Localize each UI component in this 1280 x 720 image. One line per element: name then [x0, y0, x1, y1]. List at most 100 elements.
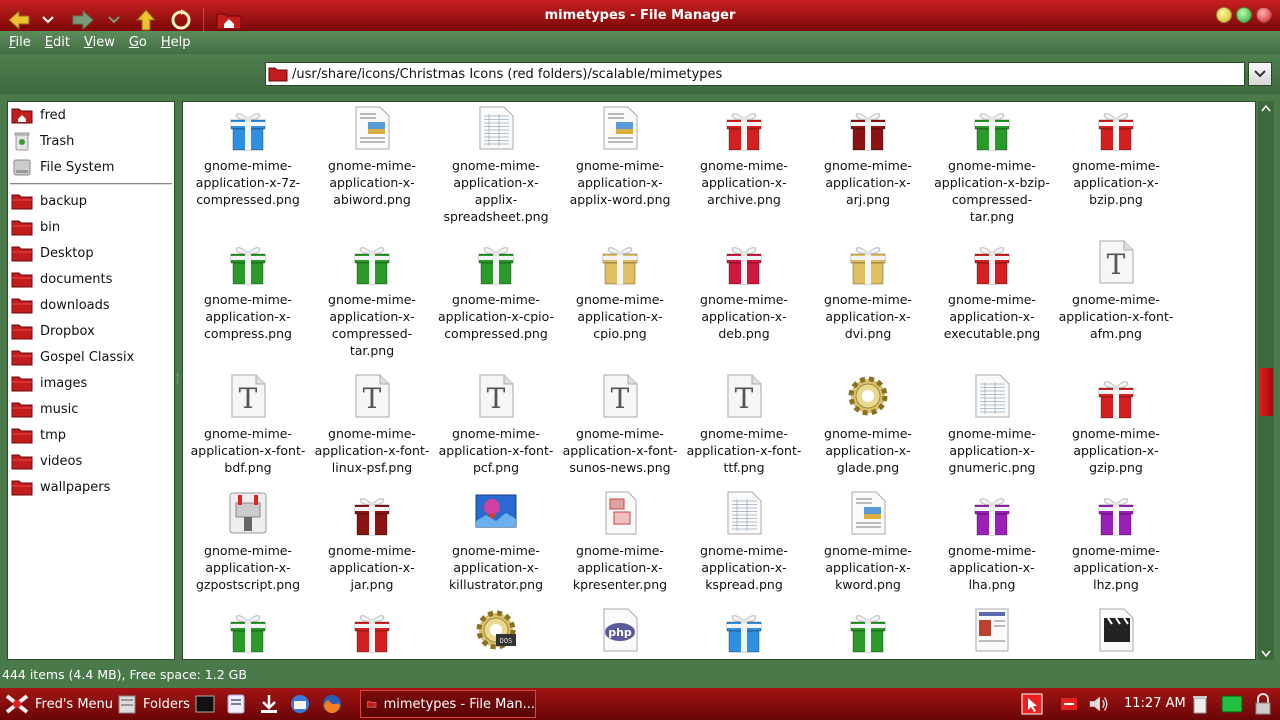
location-bar[interactable]: /usr/share/icons/Christmas Icons (red fo…	[265, 62, 1245, 86]
file-name-line: application-x-font-	[438, 443, 554, 458]
clock[interactable]: 11:27 AM	[1124, 692, 1186, 716]
file-item[interactable]: gnome-mime-application-x-bzip.png	[1054, 104, 1178, 208]
forward-button[interactable]	[70, 8, 96, 32]
file-item[interactable]: gnome-mime-application-x-archive.png	[682, 104, 806, 208]
file-name-line: compressed.png	[444, 326, 548, 341]
sidebar-item-trash[interactable]: Trash	[8, 128, 174, 154]
tray-cursor[interactable]	[1021, 692, 1043, 716]
scroll-up-button[interactable]	[1258, 101, 1274, 115]
file-item[interactable]: gnome-mime-application-x-kpresenter.png	[558, 489, 682, 593]
file-item[interactable]: gnome-mime-application-x-lhz.png	[1054, 489, 1178, 593]
spreadsheet-file-icon	[975, 374, 1010, 418]
file-item[interactable]: Tgnome-mime-application-x-font-ttf.png	[682, 372, 806, 476]
firefox-launcher[interactable]	[320, 692, 344, 716]
gift-package-icon	[602, 247, 638, 285]
gift-package-icon	[1098, 113, 1134, 151]
file-item[interactable]: gnome-mime-application-x-gzpostscript.pn…	[186, 489, 310, 593]
tray-trash[interactable]	[1189, 692, 1211, 716]
file-item[interactable]: gnome-mime-application-x-compressed-tar.…	[310, 238, 434, 359]
reload-button[interactable]	[168, 8, 194, 32]
file-item[interactable]: gnome-mime-application-x-lha.png	[930, 489, 1054, 593]
file-item[interactable]: gnome-mime-application-x-kword.png	[806, 489, 930, 593]
file-item[interactable]: gnome-mime-application-x-applix-spreadsh…	[434, 104, 558, 225]
tray-lock[interactable]	[1252, 692, 1274, 716]
file-item[interactable]: DOS	[434, 606, 558, 659]
tray-minus[interactable]	[1058, 692, 1080, 716]
file-item[interactable]: gnome-mime-application-x-bzip-compressed…	[930, 104, 1054, 225]
sidebar-item-backup[interactable]: backup	[8, 188, 174, 214]
file-item[interactable]	[806, 606, 930, 659]
menu-view[interactable]: View	[77, 31, 122, 54]
file-item[interactable]: Tgnome-mime-application-x-font-sunos-new…	[558, 372, 682, 476]
file-item[interactable]: gnome-mime-application-x-arj.png	[806, 104, 930, 208]
gift-package-icon	[974, 247, 1010, 285]
terminal-launcher[interactable]	[193, 692, 217, 716]
sidebar-item-gospel-classix[interactable]: Gospel Classix	[8, 344, 174, 370]
vertical-scrollbar[interactable]	[1258, 101, 1274, 660]
file-icon-view[interactable]: gnome-mime-application-x-7z-compressed.p…	[182, 101, 1256, 660]
file-item[interactable]: gnome-mime-application-x-killustrator.pn…	[434, 489, 558, 593]
file-item[interactable]: php	[558, 606, 682, 659]
sidebar-item-images[interactable]: images	[8, 370, 174, 396]
file-item[interactable]: Tgnome-mime-application-x-font-pcf.png	[434, 372, 558, 476]
sidebar-item-downloads[interactable]: downloads	[8, 292, 174, 318]
sidebar-item-tmp[interactable]: tmp	[8, 422, 174, 448]
up-button[interactable]	[133, 8, 159, 32]
scrollbar-thumb[interactable]	[1259, 368, 1273, 416]
file-item[interactable]	[1054, 606, 1178, 659]
file-item[interactable]: gnome-mime-application-x-dvi.png	[806, 238, 930, 342]
file-item[interactable]: gnome-mime-application-x-applix-word.png	[558, 104, 682, 208]
file-item[interactable]: Tgnome-mime-application-x-font-linux-psf…	[310, 372, 434, 476]
file-item[interactable]	[310, 606, 434, 659]
taskbar-window-file-manager[interactable]: mimetypes - File Man...	[360, 690, 536, 718]
scroll-down-button[interactable]	[1258, 646, 1274, 660]
sidebar-item-fred[interactable]: fred	[8, 102, 174, 128]
file-item[interactable]: gnome-mime-application-x-compress.png	[186, 238, 310, 342]
file-item[interactable]: gnome-mime-application-x-cpio-compressed…	[434, 238, 558, 342]
sidebar-item-videos[interactable]: videos	[8, 448, 174, 474]
sidebar-item-bin[interactable]: bin	[8, 214, 174, 240]
sidebar-item-dropbox[interactable]: Dropbox	[8, 318, 174, 344]
home-button[interactable]	[216, 8, 242, 32]
sidebar-item-documents[interactable]: documents	[8, 266, 174, 292]
file-manager-launcher[interactable]	[224, 692, 248, 716]
file-item[interactable]: Tgnome-mime-application-x-font-afm.png	[1054, 238, 1178, 342]
file-item[interactable]	[930, 606, 1054, 659]
back-history-dropdown[interactable]	[38, 8, 58, 32]
file-item[interactable]	[682, 606, 806, 659]
file-item[interactable]: gnome-mime-application-x-gzip.png	[1054, 372, 1178, 476]
file-item[interactable]: gnome-mime-application-x-deb.png	[682, 238, 806, 342]
file-item[interactable]: gnome-mime-application-x-jar.png	[310, 489, 434, 593]
sidebar-item-wallpapers[interactable]: wallpapers	[8, 474, 174, 500]
file-item[interactable]: gnome-mime-application-x-glade.png	[806, 372, 930, 476]
sidebar-item-file-system[interactable]: File System	[8, 154, 174, 180]
back-button[interactable]	[6, 8, 32, 32]
maximize-button[interactable]	[1236, 7, 1252, 23]
menu-go[interactable]: Go	[122, 31, 154, 54]
location-dropdown-button[interactable]	[1248, 62, 1272, 86]
download-launcher[interactable]	[257, 692, 281, 716]
file-item[interactable]	[186, 606, 310, 659]
forward-history-dropdown[interactable]	[104, 8, 124, 32]
tray-green-indicator[interactable]	[1220, 692, 1244, 716]
file-item[interactable]: gnome-mime-application-x-gnumeric.png	[930, 372, 1054, 476]
menu-file[interactable]: File	[2, 31, 38, 54]
file-item[interactable]: gnome-mime-application-x-kspread.png	[682, 489, 806, 593]
minimize-button[interactable]	[1216, 7, 1232, 23]
email-launcher[interactable]	[288, 692, 312, 716]
file-item[interactable]: gnome-mime-application-x-7z-compressed.p…	[186, 104, 310, 208]
menu-help[interactable]: Help	[154, 31, 198, 54]
menu-edit[interactable]: Edit	[38, 31, 77, 54]
file-item[interactable]: gnome-mime-application-x-abiword.png	[310, 104, 434, 208]
file-item[interactable]: gnome-mime-application-x-cpio.png	[558, 238, 682, 342]
file-item[interactable]: gnome-mime-application-x-executable.png	[930, 238, 1054, 342]
file-name-line: application-x-	[825, 309, 911, 324]
start-menu-button[interactable]: Fred's Menu	[4, 692, 113, 716]
file-item[interactable]: Tgnome-mime-application-x-font-bdf.png	[186, 372, 310, 476]
tray-volume[interactable]	[1088, 692, 1110, 716]
sidebar-item-desktop[interactable]: Desktop	[8, 240, 174, 266]
folders-menu-button[interactable]: Folders	[116, 692, 190, 716]
close-button[interactable]	[1256, 7, 1272, 23]
file-name-line: abiword.png	[333, 192, 411, 207]
sidebar-item-music[interactable]: music	[8, 396, 174, 422]
